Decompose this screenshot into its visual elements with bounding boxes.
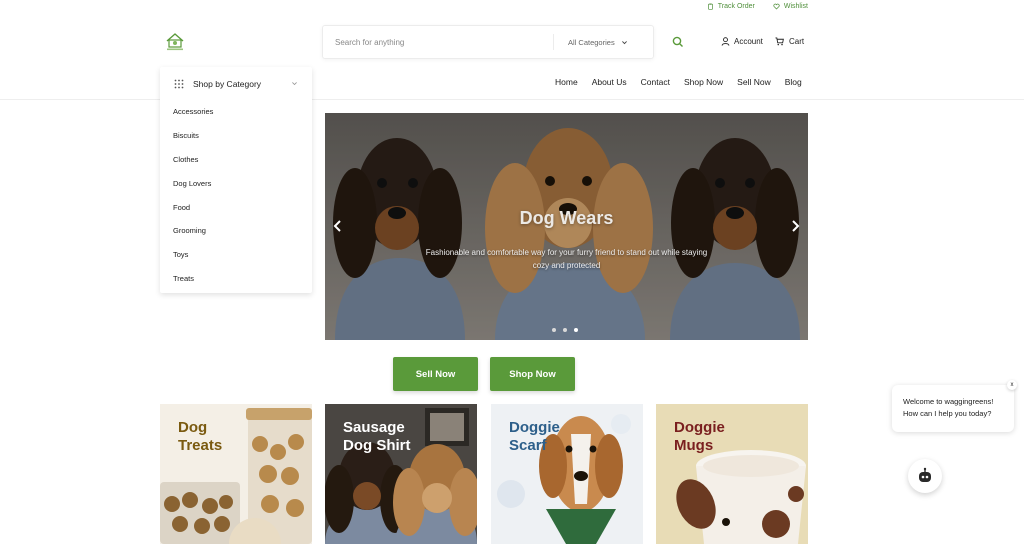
grid-icon bbox=[174, 79, 184, 88]
category-grooming[interactable]: Grooming bbox=[160, 219, 312, 243]
tile-label: Dog Treats bbox=[178, 419, 223, 454]
category-list: Accessories Biscuits Clothes Dog Lovers … bbox=[160, 100, 312, 290]
sell-now-button[interactable]: Sell Now bbox=[393, 357, 478, 391]
category-biscuits[interactable]: Biscuits bbox=[160, 124, 312, 148]
wishlist-link[interactable]: Wishlist bbox=[773, 3, 808, 10]
user-icon bbox=[721, 37, 730, 46]
tile-label: Sausage Dog Shirt bbox=[343, 419, 411, 454]
search-bar: All Categories bbox=[322, 25, 654, 59]
tile-sausage-dog-shirt[interactable]: Sausage Dog Shirt bbox=[325, 404, 477, 544]
tile-doggie-scarf[interactable]: Doggie Scarf bbox=[491, 404, 643, 544]
chevron-down-icon bbox=[292, 82, 297, 86]
cart-label: Cart bbox=[789, 37, 805, 46]
cart-link[interactable]: Cart bbox=[775, 37, 804, 46]
slider-dots bbox=[552, 328, 578, 332]
account-label: Account bbox=[734, 37, 763, 46]
category-select[interactable]: All Categories bbox=[553, 34, 628, 50]
nav-contact[interactable]: Contact bbox=[641, 77, 670, 87]
nav-shop-now[interactable]: Shop Now bbox=[684, 77, 723, 87]
clipboard-icon bbox=[707, 3, 713, 10]
category-accessories[interactable]: Accessories bbox=[160, 100, 312, 124]
chatbot-button[interactable] bbox=[908, 459, 942, 493]
tile-doggie-mugs[interactable]: Doggie Mugs bbox=[656, 404, 808, 544]
track-order-link[interactable]: Track Order bbox=[707, 3, 755, 10]
category-dog-lovers[interactable]: Dog Lovers bbox=[160, 171, 312, 195]
nav-sell-now[interactable]: Sell Now bbox=[737, 77, 771, 87]
nav-home[interactable]: Home bbox=[555, 77, 578, 87]
main-nav: Home About Us Contact Shop Now Sell Now … bbox=[555, 77, 802, 87]
category-clothes[interactable]: Clothes bbox=[160, 148, 312, 172]
search-input[interactable] bbox=[323, 36, 553, 48]
cart-icon bbox=[775, 37, 784, 46]
shop-now-button[interactable]: Shop Now bbox=[490, 357, 575, 391]
tile-dog-treats[interactable]: Dog Treats bbox=[160, 404, 312, 544]
hero-title: Dog Wears bbox=[519, 208, 614, 228]
tile-label: Doggie Mugs bbox=[674, 419, 725, 454]
category-select-label: All Categories bbox=[568, 37, 615, 47]
chevron-right-icon[interactable] bbox=[789, 218, 801, 234]
tile-label: Doggie Scarf bbox=[509, 419, 560, 454]
header-divider bbox=[0, 99, 1024, 100]
slider-dot[interactable] bbox=[574, 328, 578, 332]
nav-blog[interactable]: Blog bbox=[785, 77, 802, 87]
brand-logo[interactable] bbox=[164, 30, 186, 52]
heart-icon bbox=[773, 3, 780, 10]
hero-slider[interactable]: Dog Wears Fashionable and comfortable wa… bbox=[325, 113, 808, 340]
account-link[interactable]: Account bbox=[721, 37, 763, 46]
nav-about-us[interactable]: About Us bbox=[592, 77, 627, 87]
slider-dot[interactable] bbox=[552, 328, 556, 332]
slider-dot[interactable] bbox=[563, 328, 567, 332]
category-toys[interactable]: Toys bbox=[160, 243, 312, 267]
track-order-label: Track Order bbox=[717, 3, 755, 10]
category-title: Shop by Category bbox=[193, 78, 262, 89]
chat-welcome-bubble[interactable]: Welcome to waggingreens! How can I help … bbox=[892, 385, 1014, 432]
chevron-down-icon bbox=[621, 40, 627, 44]
chat-close-button[interactable]: x bbox=[1007, 380, 1017, 390]
top-utility-bar: Track Order Wishlist bbox=[707, 3, 808, 10]
category-toggle[interactable]: Shop by Category bbox=[160, 67, 312, 100]
category-treats[interactable]: Treats bbox=[160, 267, 312, 291]
search-icon[interactable] bbox=[672, 36, 684, 48]
wishlist-label: Wishlist bbox=[783, 3, 808, 10]
robot-icon bbox=[919, 467, 931, 482]
chevron-left-icon[interactable] bbox=[332, 218, 344, 234]
hero-subtitle: Fashionable and comfortable way for your… bbox=[425, 248, 708, 270]
category-food[interactable]: Food bbox=[160, 195, 312, 219]
category-panel: Shop by Category Accessories Biscuits Cl… bbox=[160, 67, 312, 293]
